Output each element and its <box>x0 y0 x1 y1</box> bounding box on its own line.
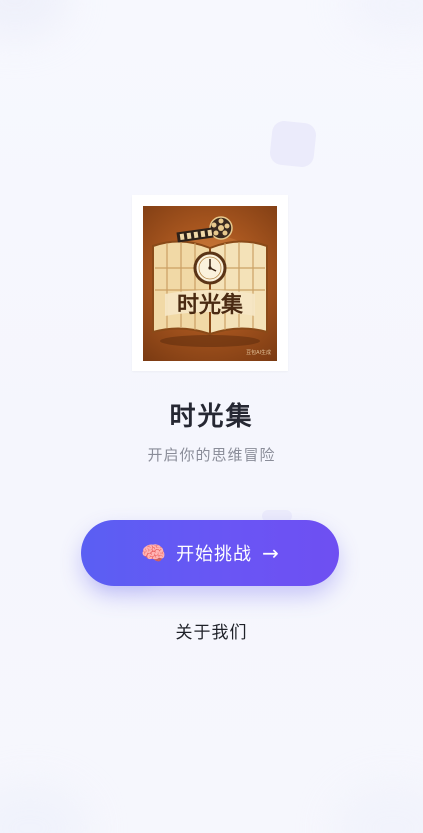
about-us-link[interactable]: 关于我们 <box>0 618 423 643</box>
decor-blob-bottom-left <box>0 783 90 833</box>
logo-illustration: 时光集 <box>152 216 268 347</box>
decor-blob-top-right <box>343 0 423 40</box>
brain-icon: 🧠 <box>141 541 167 565</box>
logo-watermark: 豆包AI生成 <box>246 350 271 356</box>
arrow-right-icon: → <box>262 541 279 565</box>
splash-screen: 时光集 豆包AI生成 时光集 开启你的思维冒险 🧠 开始挑战 → 关于我们 <box>0 0 423 833</box>
decor-blob-top-left <box>0 0 70 40</box>
decor-blob-bottom-right <box>333 783 423 833</box>
decor-square <box>268 119 318 169</box>
logo-text: 时光集 <box>177 292 244 318</box>
logo-book-clock-icon: 时光集 豆包AI生成 <box>143 206 277 361</box>
app-title: 时光集 <box>169 402 254 432</box>
start-challenge-label: 开始挑战 <box>176 544 253 565</box>
start-challenge-button[interactable]: 🧠 开始挑战 → <box>81 520 339 586</box>
app-logo: 时光集 豆包AI生成 <box>132 195 288 371</box>
app-subtitle: 开启你的思维冒险 <box>147 446 276 464</box>
